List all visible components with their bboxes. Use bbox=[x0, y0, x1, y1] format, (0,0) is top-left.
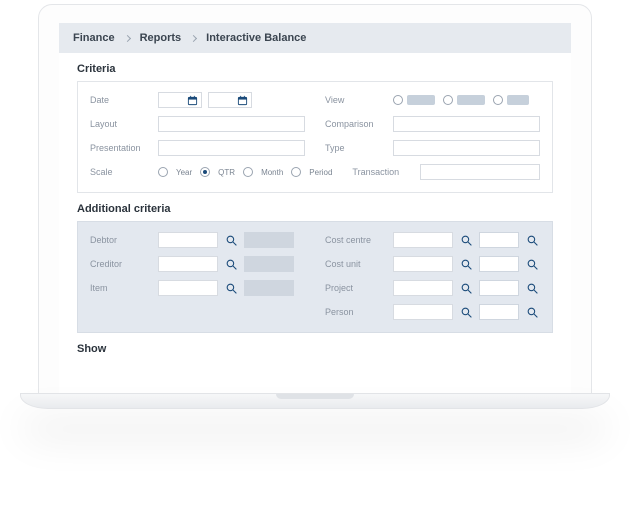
label-view: View bbox=[325, 95, 387, 105]
view-option-1-radio[interactable] bbox=[393, 95, 403, 105]
scale-year-radio[interactable] bbox=[158, 167, 168, 177]
debtor-display bbox=[244, 232, 294, 248]
label-type: Type bbox=[325, 143, 387, 153]
costcentre-display bbox=[479, 232, 519, 248]
label-debtor: Debtor bbox=[90, 235, 152, 245]
laptop-frame: Finance Reports Interactive Balance Crit… bbox=[38, 4, 592, 394]
label-project: Project bbox=[325, 283, 387, 293]
search-icon[interactable] bbox=[224, 233, 238, 247]
search-icon[interactable] bbox=[224, 281, 238, 295]
additional-heading: Additional criteria bbox=[77, 193, 553, 221]
view-radio-group bbox=[393, 95, 540, 105]
view-option-2-radio[interactable] bbox=[443, 95, 453, 105]
search-icon[interactable] bbox=[224, 257, 238, 271]
label-costunit: Cost unit bbox=[325, 259, 387, 269]
person-display bbox=[479, 304, 519, 320]
criteria-panel: Date View bbox=[77, 81, 553, 193]
search-icon[interactable] bbox=[459, 257, 473, 271]
scale-qtr-label: QTR bbox=[218, 168, 235, 177]
label-costcentre: Cost centre bbox=[325, 235, 387, 245]
scale-year-label: Year bbox=[176, 168, 192, 177]
person-input[interactable] bbox=[393, 304, 453, 320]
search-icon[interactable] bbox=[525, 281, 539, 295]
crumb-current: Interactive Balance bbox=[206, 32, 306, 44]
layout-input[interactable] bbox=[158, 116, 305, 132]
creditor-input[interactable] bbox=[158, 256, 218, 272]
view-option-2-label bbox=[457, 95, 485, 105]
chevron-right-icon bbox=[190, 34, 197, 41]
crumb-finance[interactable]: Finance bbox=[73, 32, 115, 44]
additional-panel: Debtor Cost centre Cre bbox=[77, 221, 553, 333]
item-input[interactable] bbox=[158, 280, 218, 296]
scale-month-radio[interactable] bbox=[243, 167, 253, 177]
type-input[interactable] bbox=[393, 140, 540, 156]
label-creditor: Creditor bbox=[90, 259, 152, 269]
label-scale: Scale bbox=[90, 167, 152, 177]
search-icon[interactable] bbox=[459, 305, 473, 319]
view-option-1-label bbox=[407, 95, 435, 105]
calendar-icon[interactable] bbox=[236, 94, 248, 106]
comparison-input[interactable] bbox=[393, 116, 540, 132]
scale-month-label: Month bbox=[261, 168, 283, 177]
search-icon[interactable] bbox=[525, 233, 539, 247]
label-comparison: Comparison bbox=[325, 119, 387, 129]
label-layout: Layout bbox=[90, 119, 152, 129]
search-icon[interactable] bbox=[525, 305, 539, 319]
debtor-input[interactable] bbox=[158, 232, 218, 248]
additional-section: Additional criteria Debtor Cost centre bbox=[59, 193, 571, 333]
presentation-input[interactable] bbox=[158, 140, 305, 156]
scale-radio-group: Year QTR Month Period bbox=[158, 167, 332, 177]
search-icon[interactable] bbox=[459, 233, 473, 247]
label-item: Item bbox=[90, 283, 152, 293]
search-icon[interactable] bbox=[525, 257, 539, 271]
label-person: Person bbox=[325, 307, 387, 317]
project-display bbox=[479, 280, 519, 296]
project-input[interactable] bbox=[393, 280, 453, 296]
breadcrumb: Finance Reports Interactive Balance bbox=[59, 23, 571, 53]
show-section: Show bbox=[59, 333, 571, 361]
label-presentation: Presentation bbox=[90, 143, 152, 153]
search-icon[interactable] bbox=[459, 281, 473, 295]
scale-qtr-radio[interactable] bbox=[200, 167, 210, 177]
screen: Finance Reports Interactive Balance Crit… bbox=[59, 23, 571, 393]
laptop-base bbox=[20, 393, 610, 409]
label-date: Date bbox=[90, 95, 152, 105]
scale-period-label: Period bbox=[309, 168, 332, 177]
scale-period-radio[interactable] bbox=[291, 167, 301, 177]
costunit-display bbox=[479, 256, 519, 272]
criteria-section: Criteria Date bbox=[59, 53, 571, 193]
transaction-input[interactable] bbox=[420, 164, 540, 180]
label-transaction: Transaction bbox=[352, 167, 414, 177]
show-heading: Show bbox=[77, 333, 553, 361]
item-display bbox=[244, 280, 294, 296]
crumb-reports[interactable]: Reports bbox=[140, 32, 182, 44]
costunit-input[interactable] bbox=[393, 256, 453, 272]
creditor-display bbox=[244, 256, 294, 272]
criteria-heading: Criteria bbox=[77, 53, 553, 81]
view-option-3-label bbox=[507, 95, 529, 105]
calendar-icon[interactable] bbox=[186, 94, 198, 106]
chevron-right-icon bbox=[124, 34, 131, 41]
costcentre-input[interactable] bbox=[393, 232, 453, 248]
view-option-3-radio[interactable] bbox=[493, 95, 503, 105]
